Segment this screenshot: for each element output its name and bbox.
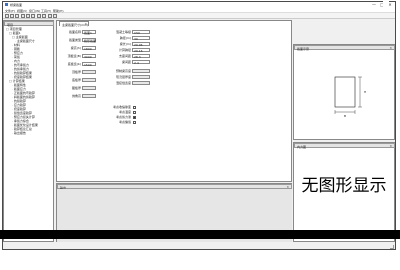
field-input[interactable]: 1800 (82, 46, 96, 51)
field-input[interactable]: 30 (132, 36, 150, 41)
field-input[interactable]: 箱形截面 (82, 38, 97, 43)
field-value: 3000 (84, 55, 92, 59)
zoom-icon[interactable] (48, 14, 52, 18)
internal-force-close-icon[interactable]: ✕ (389, 144, 392, 149)
field-label: 倒角高 (71, 94, 81, 98)
menu-file[interactable]: 文件(F) (5, 9, 15, 13)
field-input[interactable] (82, 94, 96, 98)
menu-help[interactable]: 帮助(H) (53, 9, 64, 13)
field-label: 顶板宽(B) (67, 54, 81, 58)
corner-highlight (383, 1, 389, 8)
field-label: 截面类型 (68, 38, 81, 42)
field-label: 支座间距 (118, 54, 131, 58)
menu-view[interactable]: 视图(V) (17, 9, 27, 13)
field-input[interactable]: 1500 (82, 62, 96, 67)
tab-section-size[interactable]: 主梁截面尺寸(mm) ✕ (59, 21, 89, 27)
save-icon[interactable] (15, 14, 19, 18)
field-input[interactable]: 2.4 (132, 60, 150, 65)
field-input[interactable]: 3000 (82, 54, 96, 59)
field-input[interactable] (82, 70, 96, 74)
field-label: 腹板厚 (71, 86, 81, 90)
copy-icon[interactable] (26, 14, 30, 18)
field-label: 梁高(h) (70, 46, 81, 50)
new-icon[interactable] (5, 14, 9, 18)
undo-icon[interactable] (37, 14, 41, 18)
field-value: 29.96 (134, 43, 143, 47)
option-checkbox[interactable] (133, 105, 136, 109)
field-label: 混凝土等级 (115, 30, 131, 34)
field-label: 预制梁高度 (115, 69, 131, 73)
field-value: 箱形截面 (84, 39, 97, 43)
field-input[interactable] (132, 69, 150, 73)
checkbox-label: 考虑偏载 (118, 120, 131, 124)
field-input[interactable] (132, 75, 150, 79)
status-bar (3, 244, 395, 249)
field-label: 截面名称 (68, 30, 81, 34)
field-value: 2.4 (134, 61, 139, 65)
option-checkbox[interactable] (133, 115, 136, 119)
taskbar-strip (0, 230, 400, 239)
screen: 桥梁截面 — □ ✕ 文件(F) 视图(V) 窗口(W) 工具(T) 帮助(H) (0, 0, 400, 270)
field-value: 1800 (84, 47, 92, 51)
tab-close-icon[interactable]: ✕ (84, 22, 87, 27)
field-input[interactable]: 截面1 (82, 30, 96, 35)
field-label: 底板宽(b) (67, 62, 81, 66)
field-value: 1500 (84, 63, 92, 67)
field-input[interactable]: C50 (132, 30, 150, 35)
internal-force-panel-title: 内力图 (297, 144, 307, 149)
field-input[interactable]: 28.3 (132, 54, 150, 59)
section-editor: 主梁截面尺寸(mm) ✕ 截面名称 截面1 截面类型 箱形截面 梁高(h) 1800 顶板宽… (56, 20, 292, 182)
field-label: 湿接缝宽度 (115, 81, 131, 85)
field-input[interactable]: 29.96 (132, 42, 150, 47)
field-input[interactable] (132, 81, 150, 85)
field-input[interactable]: 29.16 (132, 48, 150, 53)
field-label: 跨径(m) (119, 36, 131, 40)
cut-icon[interactable] (21, 14, 25, 18)
menu-window[interactable]: 窗口(W) (29, 9, 40, 13)
internal-force-panel: 内力图 ✕ 无图形显示 (293, 142, 395, 242)
field-value: 截面1 (84, 31, 92, 35)
checkbox-label: 考虑收缩徐变 (112, 105, 131, 109)
field-value: 30 (134, 37, 138, 41)
redo-icon[interactable] (42, 14, 46, 18)
section-preview-panel: 截面示意 ✕ B H (293, 44, 395, 140)
height-dim-label: H (364, 90, 366, 94)
field-label: 底板厚 (71, 78, 81, 82)
resize-grip-icon[interactable] (390, 245, 394, 249)
checkbox-label: 考虑剪力滞 (115, 115, 131, 119)
option-checkbox[interactable] (133, 110, 136, 114)
field-label: 现浇层厚度 (115, 75, 131, 79)
help-icon[interactable] (53, 14, 57, 18)
checkbox-label: 考虑温度 (118, 110, 131, 114)
project-panel: 项目 □ 项目管理 □ 截面1 □ 主梁截面 · 主梁截面尺寸 · 材料 · 钢筋 · 预应… (3, 20, 54, 242)
toolbar (3, 13, 395, 19)
field-value: 29.16 (134, 49, 143, 53)
field-value: C50 (134, 31, 140, 35)
app-icon (5, 3, 8, 6)
project-tree: □ 项目管理 □ 截面1 □ 主梁截面 · 主梁截面尺寸 · 材料 · 钢筋 · 预应力 · … (4, 26, 54, 242)
field-input[interactable] (82, 86, 96, 90)
tree-item[interactable]: · 输出报告 (12, 131, 26, 135)
option-checkbox[interactable] (133, 120, 136, 124)
internal-force-panel-header: 内力图 ✕ (294, 143, 395, 149)
width-dim-label: B (344, 114, 346, 118)
menu-tools[interactable]: 工具(T) (41, 9, 51, 13)
no-graph-message: 无图形显示 (301, 176, 387, 196)
app-window: 桥梁截面 — □ ✕ 文件(F) 视图(V) 窗口(W) 工具(T) 帮助(H) (2, 1, 396, 250)
open-icon[interactable] (10, 14, 14, 18)
paste-icon[interactable] (31, 14, 35, 18)
section-outline (334, 76, 356, 108)
field-label: 梁间距 (121, 60, 131, 64)
field-label: 顶板厚 (71, 70, 81, 74)
field-value: 28.3 (134, 55, 141, 59)
field-label: 计算跨径 (118, 48, 131, 52)
window-title: 桥梁截面 (10, 3, 23, 7)
field-label: 梁长(m) (119, 42, 131, 46)
section-sketch: B H (334, 76, 366, 118)
field-input[interactable] (82, 78, 96, 82)
